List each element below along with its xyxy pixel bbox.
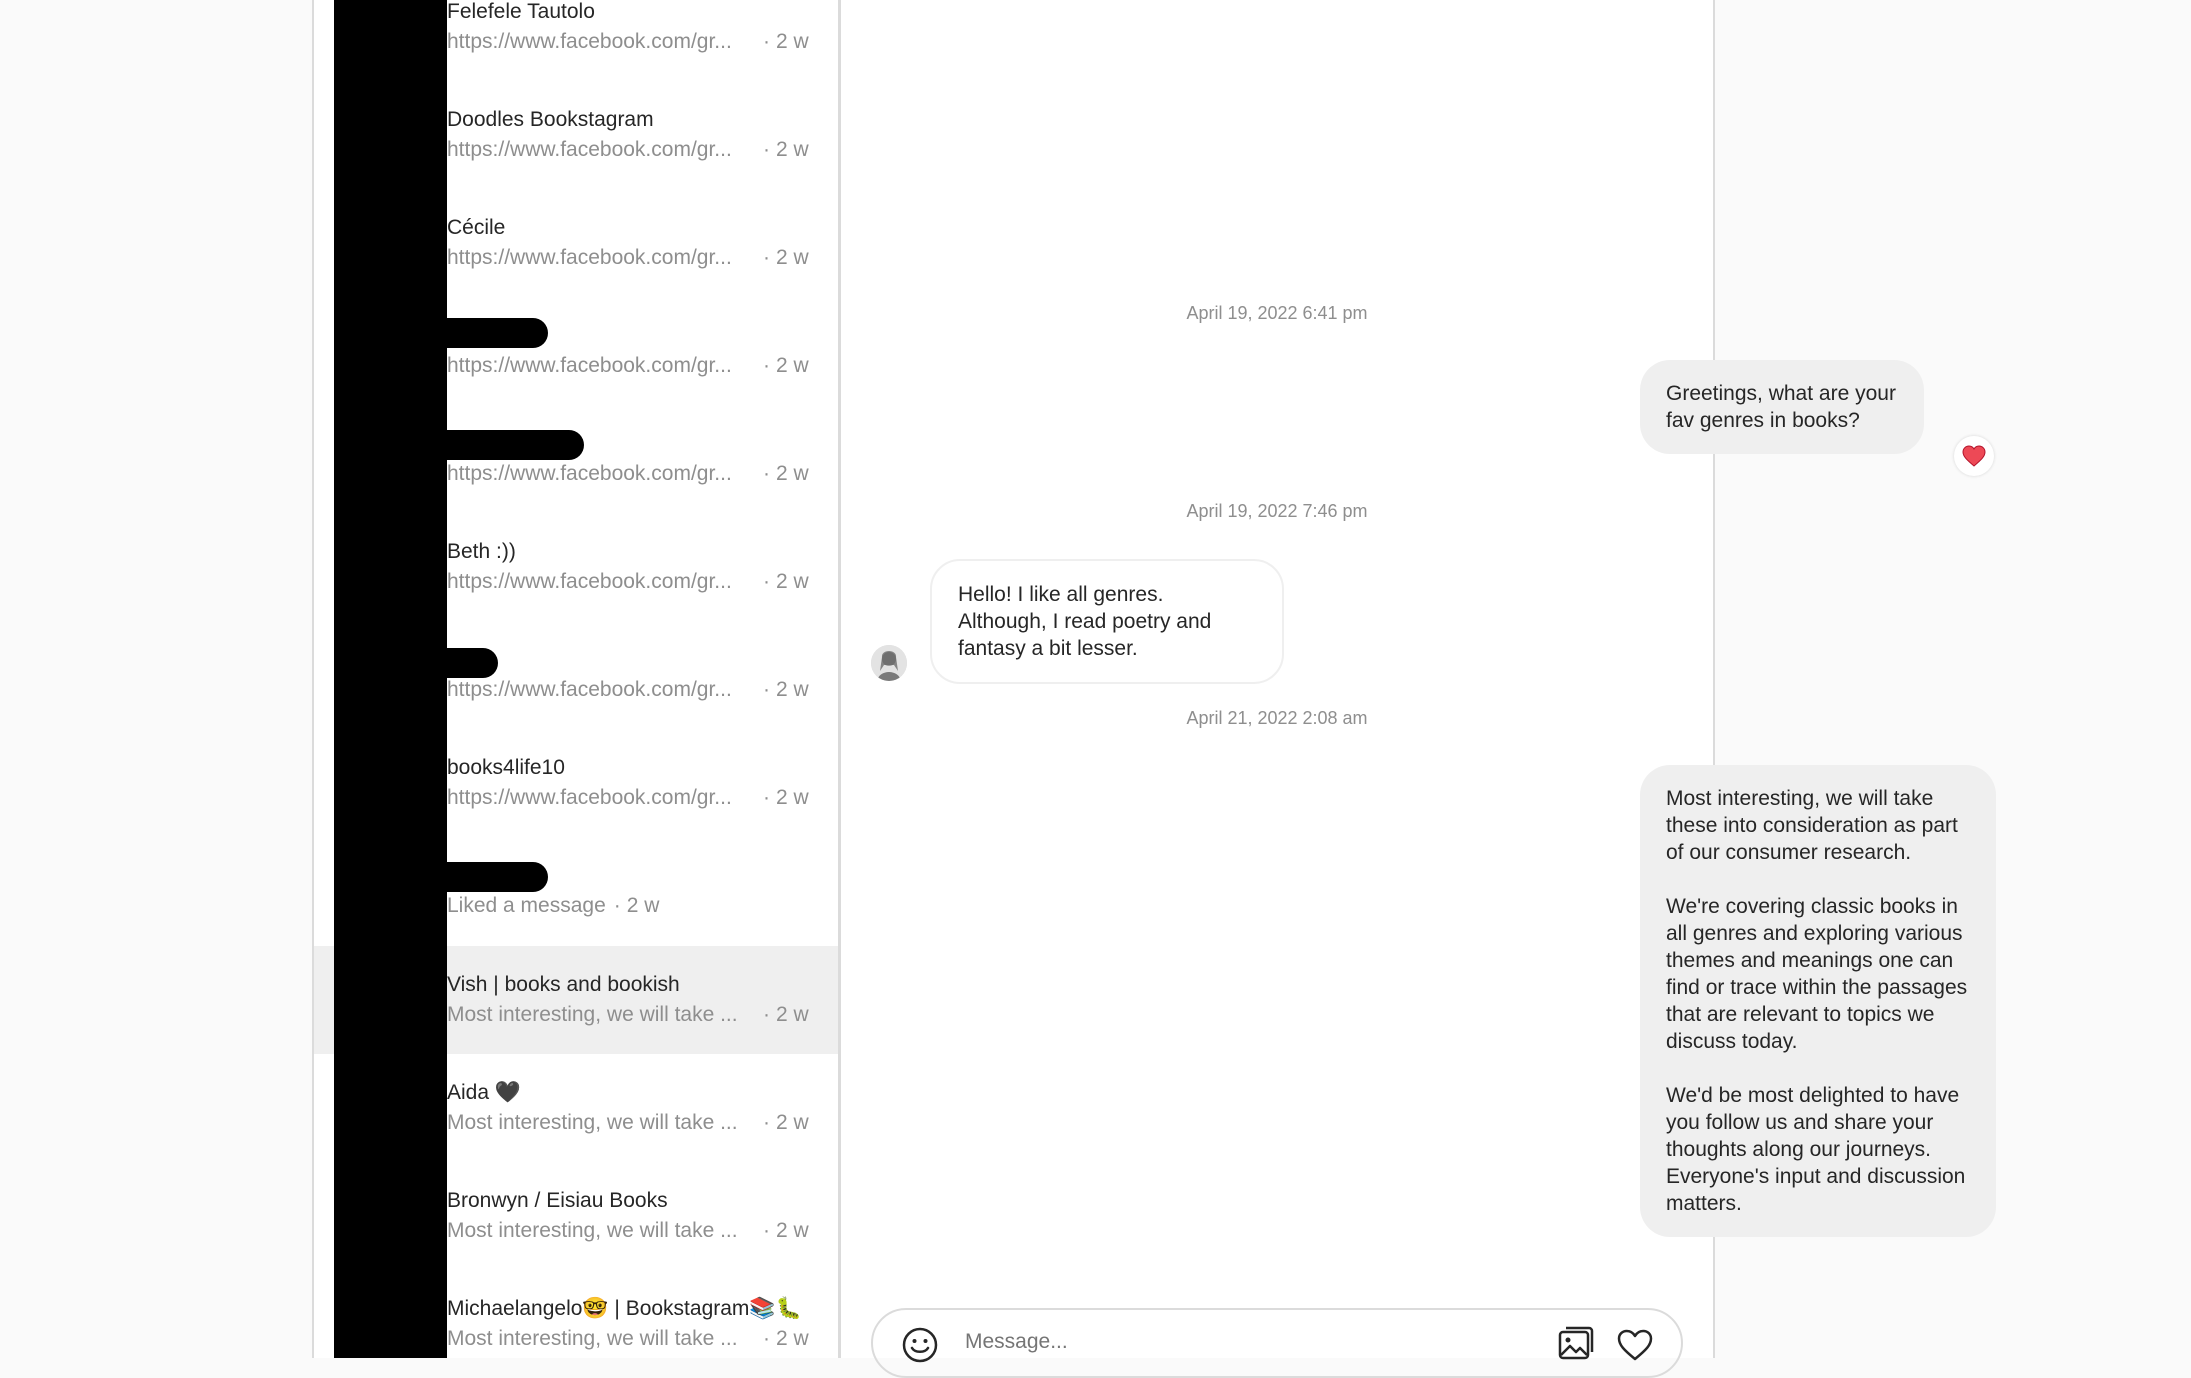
thread-snippet: https://www.facebook.com/gr... <box>447 138 732 161</box>
thread-name: Doodles Bookstagram <box>447 108 654 131</box>
direct-messages-window: Felefele Tautolo https://www.facebook.co… <box>312 0 1996 1378</box>
thread-preview: Most interesting, we will take ... · 2 w <box>447 1111 809 1134</box>
thread-preview: Liked a message · 2 w <box>447 894 660 917</box>
redaction-bar <box>334 0 447 1358</box>
thread-preview: https://www.facebook.com/gr... · 2 w <box>447 570 809 593</box>
thread-name: Bronwyn / Eisiau Books <box>447 1189 668 1212</box>
thread-time: 2 w <box>776 462 809 485</box>
emoji-icon[interactable] <box>901 1326 939 1369</box>
message-composer <box>871 1308 1683 1378</box>
thread-time: 2 w <box>776 246 809 269</box>
thread-snippet: Most interesting, we will take ... <box>447 1111 738 1134</box>
message-input[interactable] <box>965 1330 1485 1354</box>
avatar-image <box>871 645 907 681</box>
thread-preview: https://www.facebook.com/gr... · 2 w <box>447 246 809 269</box>
message-text: Most interesting, we will take these int… <box>1666 787 1968 1215</box>
thread-snippet: https://www.facebook.com/gr... <box>447 570 732 593</box>
heart-reaction-icon[interactable] <box>1954 436 1994 476</box>
thread-name: Beth :)) <box>447 540 516 563</box>
thread-snippet: Most interesting, we will take ... <box>447 1003 738 1026</box>
message-text: Hello! I like all genres. Although, I re… <box>958 583 1212 660</box>
thread-snippet: https://www.facebook.com/gr... <box>447 678 732 701</box>
redacted-name <box>430 318 548 348</box>
thread-preview: https://www.facebook.com/gr... · 2 w <box>447 30 809 53</box>
redacted-name <box>430 862 548 892</box>
thread-snippet: https://www.facebook.com/gr... <box>447 354 732 377</box>
thread-preview: Most interesting, we will take ... · 2 w <box>447 1327 809 1350</box>
redacted-name <box>430 430 584 460</box>
thread-name: Vish | books and bookish <box>447 973 680 996</box>
thread-preview: https://www.facebook.com/gr... · 2 w <box>447 786 809 809</box>
thread-snippet: https://www.facebook.com/gr... <box>447 786 732 809</box>
thread-name: books4life10 <box>447 756 565 779</box>
thread-snippet: Most interesting, we will take ... <box>447 1327 738 1350</box>
message-text: Greetings, what are your fav genres in b… <box>1666 382 1896 432</box>
thread-time: 2 w <box>776 786 809 809</box>
heart-icon[interactable] <box>1616 1328 1654 1367</box>
outgoing-message[interactable]: Most interesting, we will take these int… <box>1640 765 1996 1237</box>
message-timestamp: April 19, 2022 7:46 pm <box>1186 501 1368 521</box>
heart-reaction-glyph <box>1962 445 1986 467</box>
thread-name: Cécile <box>447 216 506 239</box>
thread-preview: https://www.facebook.com/gr... · 2 w <box>447 678 809 701</box>
outgoing-message[interactable]: Greetings, what are your fav genres in b… <box>1640 360 1924 454</box>
thread-name: Aida 🖤 <box>447 1081 522 1104</box>
message-timestamp: April 19, 2022 6:41 pm <box>1186 303 1368 323</box>
thread-preview: Most interesting, we will take ... · 2 w <box>447 1219 809 1242</box>
thread-list[interactable]: Felefele Tautolo https://www.facebook.co… <box>314 0 841 1358</box>
image-icon[interactable] <box>1558 1326 1594 1365</box>
thread-name: Michaelangelo🤓 | Bookstagram📚🐛 <box>447 1297 802 1320</box>
thread-time: 2 w <box>776 30 809 53</box>
conversation-pane: April 19, 2022 6:41 pm Greetings, what a… <box>841 0 1996 1378</box>
thread-time: 2 w <box>626 894 660 917</box>
incoming-message[interactable]: Hello! I like all genres. Although, I re… <box>930 559 1284 684</box>
thread-snippet: https://www.facebook.com/gr... <box>447 462 732 485</box>
thread-snippet: Liked a message <box>447 894 606 917</box>
thread-time: 2 w <box>776 1003 809 1026</box>
thread-snippet: Most interesting, we will take ... <box>447 1219 738 1242</box>
thread-time: 2 w <box>776 1327 809 1350</box>
thread-time: 2 w <box>776 570 809 593</box>
thread-snippet: https://www.facebook.com/gr... <box>447 246 732 269</box>
message-timestamp: April 21, 2022 2:08 am <box>1186 708 1368 728</box>
thread-time: 2 w <box>776 1111 809 1134</box>
thread-preview: https://www.facebook.com/gr... · 2 w <box>447 138 809 161</box>
thread-time: 2 w <box>776 1219 809 1242</box>
avatar[interactable] <box>871 645 907 681</box>
thread-preview: https://www.facebook.com/gr... · 2 w <box>447 354 809 377</box>
thread-preview: Most interesting, we will take ... · 2 w <box>447 1003 809 1026</box>
thread-time: 2 w <box>776 354 809 377</box>
thread-time: 2 w <box>776 678 809 701</box>
thread-time: 2 w <box>776 138 809 161</box>
thread-preview: https://www.facebook.com/gr... · 2 w <box>447 462 809 485</box>
thread-name: Felefele Tautolo <box>447 0 595 23</box>
thread-snippet: https://www.facebook.com/gr... <box>447 30 732 53</box>
